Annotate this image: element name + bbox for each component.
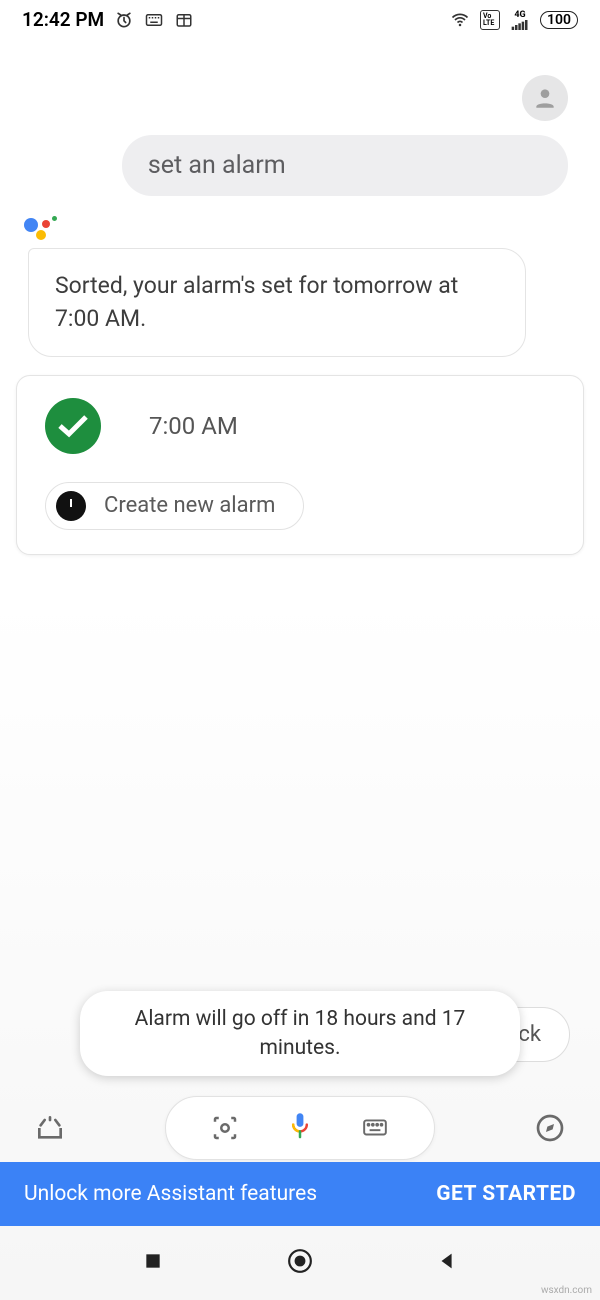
user-avatar[interactable] (522, 75, 568, 121)
assistant-logo-icon (24, 214, 64, 244)
toast-text: Alarm will go off in 18 hours and 17 min… (135, 1007, 466, 1059)
explore-icon[interactable] (530, 1108, 570, 1148)
calendar-status-icon (174, 10, 194, 30)
assistant-reply-bubble: Sorted, your alarm's set for tomorrow at… (28, 248, 526, 357)
assistant-reply-text: Sorted, your alarm's set for tomorrow at… (55, 272, 458, 332)
check-circle-icon (45, 398, 101, 454)
nav-home-button[interactable] (283, 1244, 317, 1278)
alarm-confirmation-row: 7:00 AM (45, 398, 555, 454)
user-message-text: set an alarm (148, 151, 286, 180)
keyboard-icon[interactable] (358, 1111, 392, 1145)
assistant-input-pill (165, 1096, 435, 1160)
system-nav-bar (0, 1236, 600, 1286)
clock-time: 12:42 PM (22, 8, 104, 31)
status-bar: 12:42 PM Vo LTE 4G 100 (0, 0, 600, 35)
wifi-icon (450, 10, 470, 30)
clock-icon (56, 491, 86, 521)
promo-cta-button[interactable]: GET STARTED (436, 1182, 576, 1206)
volte-label: Vo LTE (483, 13, 497, 27)
create-alarm-button[interactable]: Create new alarm (45, 482, 304, 530)
signal-icon: 4G (510, 10, 530, 30)
assistant-input-row (0, 1096, 600, 1160)
volte-icon: Vo LTE (480, 10, 500, 30)
battery-indicator: 100 (540, 11, 578, 29)
promo-banner[interactable]: Unlock more Assistant features GET START… (0, 1162, 600, 1226)
user-message-bubble: set an alarm (122, 135, 568, 196)
mic-icon[interactable] (283, 1111, 317, 1145)
nav-recents-button[interactable] (136, 1244, 170, 1278)
status-right: Vo LTE 4G 100 (450, 10, 578, 30)
person-icon (532, 85, 558, 111)
alarm-card: 7:00 AM Create new alarm (16, 375, 584, 555)
updates-icon[interactable] (30, 1108, 70, 1148)
keyboard-status-icon (144, 10, 164, 30)
create-alarm-label: Create new alarm (104, 493, 275, 518)
watermark: wsxdn.com (541, 1285, 592, 1296)
alarm-toast: Alarm will go off in 18 hours and 17 min… (80, 991, 520, 1076)
status-left: 12:42 PM (22, 8, 194, 31)
promo-text: Unlock more Assistant features (24, 1182, 317, 1206)
alarm-time: 7:00 AM (149, 412, 238, 440)
alarm-icon (114, 10, 134, 30)
nav-back-button[interactable] (430, 1244, 464, 1278)
network-label: 4G (514, 10, 525, 20)
lens-icon[interactable] (208, 1111, 242, 1145)
